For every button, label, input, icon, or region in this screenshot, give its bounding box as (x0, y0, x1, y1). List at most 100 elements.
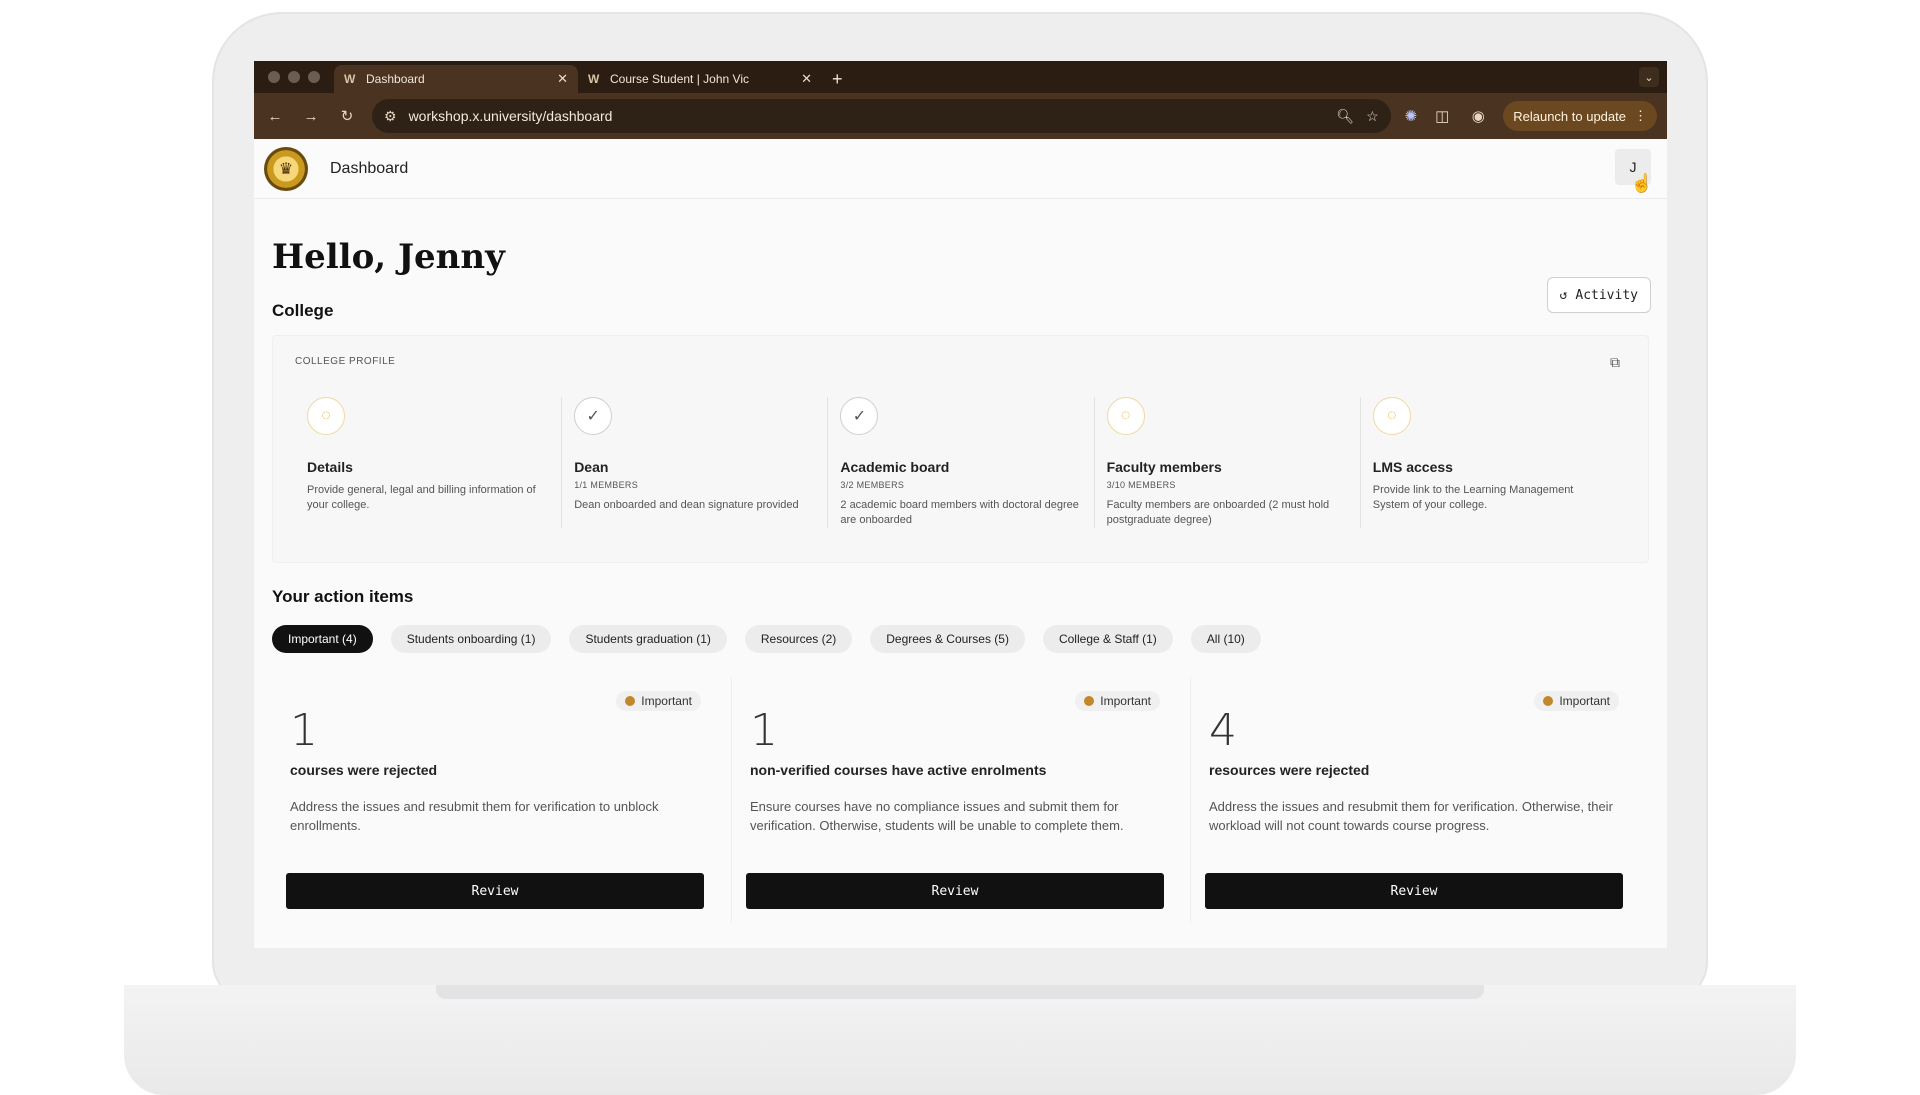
extension-gear-icon[interactable]: ✺ (1405, 107, 1418, 125)
card-title: resources were rejected (1209, 762, 1370, 778)
new-tab-button[interactable]: + (822, 65, 853, 93)
browser-tab-course-student[interactable]: W Course Student | John Vic ✕ (578, 65, 822, 93)
filter-chip-students-graduation[interactable]: Students graduation (1) (569, 625, 727, 653)
step-faculty-members[interactable]: ◌ Faculty members 3/10 MEMBERS Faculty m… (1093, 397, 1360, 528)
check-icon: ✓ (574, 397, 613, 435)
card-description: Ensure courses have no compliance issues… (749, 799, 1124, 833)
important-dot-icon (1084, 696, 1095, 706)
more-menu-icon[interactable]: ⋮ (1634, 108, 1647, 124)
laptop-base (124, 985, 1796, 1095)
step-dean[interactable]: ✓ Dean 1/1 MEMBERS Dean onboarded and de… (561, 397, 827, 528)
action-items-title: Your action items (272, 587, 414, 606)
activity-label: Activity (1575, 287, 1638, 303)
step-description: Dean onboarded and dean signature provid… (574, 499, 799, 511)
bookmark-star-icon[interactable]: ☆ (1366, 108, 1379, 125)
step-description: 2 academic board members with doctoral d… (840, 499, 1079, 526)
tab-favicon: W (588, 72, 600, 86)
step-subtitle: 1/1 MEMBERS (574, 480, 639, 490)
url-text[interactable]: workshop.x.university/dashboard (409, 108, 1325, 124)
filter-chip-college-staff[interactable]: College & Staff (1) (1042, 625, 1173, 653)
action-card-non-verified-courses: Important 1 non-verified courses have ac… (730, 677, 1190, 923)
minimize-window-button[interactable] (288, 71, 300, 83)
action-card-rejected-courses: Important 1 courses were rejected Addres… (272, 677, 731, 923)
badge-label: Important (1559, 694, 1611, 708)
check-icon: ✓ (840, 397, 879, 435)
filter-chip-resources[interactable]: Resources (2) (744, 625, 853, 653)
important-badge: Important (616, 691, 701, 711)
important-dot-icon (625, 696, 636, 706)
spinner-icon: ◌ (1372, 397, 1411, 435)
history-icon: ↺ (1559, 287, 1568, 303)
action-card-rejected-resources: Important 4 resources were rejected Addr… (1190, 677, 1649, 923)
zoom-icon[interactable]: 🔍︎ (1336, 108, 1354, 125)
site-settings-icon[interactable]: ⚙ (384, 108, 397, 125)
badge-label: Important (1100, 694, 1151, 708)
screen: W Dashboard ✕ W Course Student | John Vi… (254, 61, 1667, 948)
browser-tab-dashboard[interactable]: W Dashboard ✕ (334, 65, 578, 93)
address-bar[interactable]: ⚙ workshop.x.university/dashboard 🔍︎ ☆ (372, 99, 1391, 133)
college-section-title: College (272, 301, 334, 320)
step-title: Details (307, 459, 353, 475)
review-button[interactable]: Review (286, 873, 704, 909)
college-profile-label: COLLEGE PROFILE (295, 356, 396, 367)
tab-title: Course Student | John Vic (610, 72, 749, 86)
action-cards: Important 1 courses were rejected Addres… (272, 677, 1649, 923)
university-logo-icon[interactable]: ♛ (264, 146, 308, 191)
hand-cursor-icon: ☝ (1630, 173, 1653, 193)
spinner-icon: ◌ (307, 397, 345, 435)
card-count: 4 (1209, 705, 1237, 756)
page-title: Dashboard (330, 159, 409, 177)
step-description: Provide link to the Learning Management … (1372, 484, 1574, 511)
close-tab-icon[interactable]: ✕ (557, 71, 568, 87)
forward-icon[interactable]: → (300, 108, 322, 125)
filter-chip-important[interactable]: Important (4) (272, 625, 373, 653)
close-window-button[interactable] (268, 71, 280, 83)
review-button[interactable]: Review (1205, 873, 1623, 909)
tab-favicon: W (344, 72, 356, 86)
step-details[interactable]: ◌ Details Provide general, legal and bil… (295, 397, 561, 528)
relaunch-label: Relaunch to update (1513, 108, 1626, 124)
app-header: ♛ Dashboard J ☝ (254, 139, 1667, 199)
step-lms-access[interactable]: ◌ LMS access Provide link to the Learnin… (1359, 397, 1626, 528)
close-tab-icon[interactable]: ✕ (801, 71, 812, 87)
reload-icon[interactable]: ↻ (336, 107, 358, 125)
browser-tabbar: W Dashboard ✕ W Course Student | John Vi… (254, 61, 1667, 93)
card-title: courses were rejected (290, 762, 438, 778)
tab-title: Dashboard (366, 72, 425, 86)
main-content: Hello, Jenny ↺ Activity College COLLEGE … (254, 237, 1667, 923)
step-title: Academic board (840, 459, 950, 475)
step-description: Provide general, legal and billing infor… (307, 484, 536, 511)
step-title: LMS access (1372, 459, 1453, 475)
step-title: Faculty members (1106, 459, 1222, 475)
spinner-icon: ◌ (1106, 397, 1145, 435)
college-profile-steps: ◌ Details Provide general, legal and bil… (295, 397, 1626, 528)
profile-avatar-icon[interactable]: ◉ (1467, 107, 1489, 125)
tab-search-icon[interactable]: ⌄ (1639, 67, 1659, 87)
card-description: Address the issues and resubmit them for… (290, 799, 659, 833)
card-description: Address the issues and resubmit them for… (1209, 799, 1613, 833)
card-count: 1 (749, 705, 778, 756)
step-title: Dean (574, 459, 609, 475)
step-subtitle: 3/2 MEMBERS (840, 480, 905, 490)
card-title: non-verified courses have active enrolme… (749, 762, 1047, 778)
review-button[interactable]: Review (745, 873, 1164, 909)
step-academic-board[interactable]: ✓ Academic board 3/2 MEMBERS 2 academic … (827, 397, 1093, 528)
card-count: 1 (290, 705, 318, 756)
action-filters: Important (4) Students onboarding (1) St… (272, 625, 1649, 653)
important-badge: Important (1075, 691, 1160, 711)
activity-button[interactable]: ↺ Activity (1546, 277, 1651, 313)
back-icon[interactable]: ← (264, 108, 286, 125)
external-link-icon[interactable]: ⧉ (1610, 354, 1620, 371)
step-description: Faculty members are onboarded (2 must ho… (1106, 499, 1330, 526)
browser-toolbar: ← → ↻ ⚙ workshop.x.university/dashboard … (254, 93, 1667, 139)
relaunch-button[interactable]: Relaunch to update ⋮ (1503, 101, 1657, 131)
filter-chip-all[interactable]: All (10) (1190, 625, 1261, 653)
college-profile-panel: COLLEGE PROFILE ⧉ ◌ Details Provide gene… (272, 335, 1649, 563)
extensions-puzzle-icon[interactable]: ◫ (1431, 107, 1453, 125)
step-subtitle: 3/10 MEMBERS (1106, 480, 1176, 490)
window-controls (254, 61, 334, 93)
maximize-window-button[interactable] (308, 71, 320, 83)
filter-chip-degrees-courses[interactable]: Degrees & Courses (5) (870, 625, 1025, 653)
filter-chip-students-onboarding[interactable]: Students onboarding (1) (390, 625, 552, 653)
greeting-heading: Hello, Jenny (272, 237, 505, 277)
